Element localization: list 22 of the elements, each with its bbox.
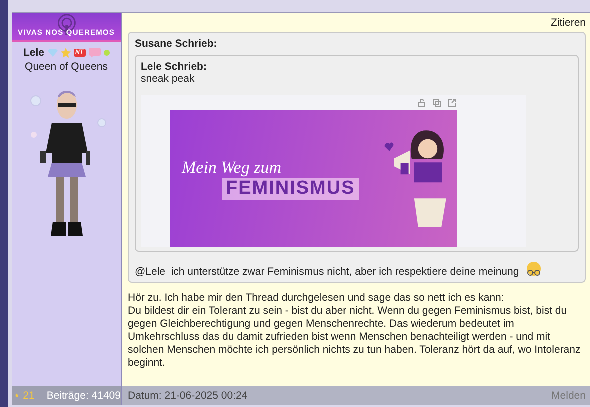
post-paragraph: Hör zu. Ich habe mir den Thread durchgelesen und sage das so nett ich es kann:	[128, 292, 506, 305]
speech-bubble-icon	[88, 48, 100, 58]
reply-text: @Lele ich unterstütze zwar Feminismus nicht, aber ich respektiere deine meinung	[135, 266, 520, 278]
emoji-icon	[525, 262, 544, 278]
star-count: 21	[23, 390, 35, 402]
diamond-icon	[48, 49, 58, 57]
post-count: Beiträge: 41409	[46, 390, 121, 402]
online-dot-icon	[104, 50, 110, 56]
post-date: Datum: 21-06-2025 00:24	[128, 390, 248, 402]
user-rank: Queen of Queens	[25, 61, 108, 73]
banner-title: FEMINISMUS	[222, 178, 360, 200]
share-icon[interactable]	[448, 99, 456, 107]
quote-link[interactable]: Zitieren	[550, 17, 586, 29]
star-icon	[60, 48, 70, 58]
username-link[interactable]: Lele	[23, 47, 44, 59]
lock-icon[interactable]	[418, 99, 426, 107]
quote-author: Lele Schrieb:	[141, 61, 208, 73]
quote-text: sneak peak	[141, 73, 196, 85]
copy-icon[interactable]	[433, 99, 441, 107]
banner-script-text: Mein Weg zum	[182, 158, 282, 178]
quote-author: Susane Schrieb:	[135, 38, 218, 50]
post-paragraph: Du bildest dir ein Tolerant zu sein - bist du aber nicht. Wenn du gegen Feminismus bist, bist du gegen Gleichberechtigung und gegen Menschenrechte. Das wiederum bedeutet im Umkehrschluss das du damit zufrieden bist wenn Menschen benachteiligt werden - und mit solchen Menschen möchte ich persönlich nichts zu tun haben. Toleranz hört da auf, wo Intoleranz beginnt.	[128, 305, 582, 370]
